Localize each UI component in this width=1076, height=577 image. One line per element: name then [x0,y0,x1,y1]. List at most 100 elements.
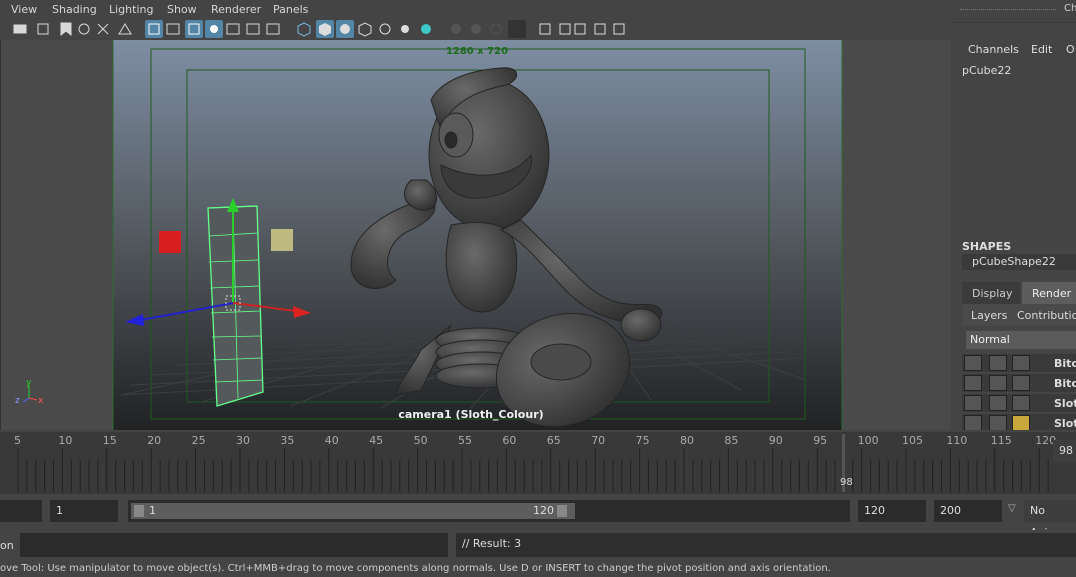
edit-menu[interactable]: Edit [1031,43,1052,56]
ambient-occlusion-icon[interactable] [451,24,461,34]
tab-display[interactable]: Display [962,282,1020,304]
textured-icon[interactable] [379,23,391,35]
tick-label: 20 [147,434,162,447]
tick-label: 80 [680,434,694,447]
render-settings-icon[interactable] [1012,395,1030,411]
menu-shading[interactable]: Shading [52,3,97,16]
render-layer-row[interactable]: Bitco [962,374,1076,392]
wireframe-on-shaded-icon[interactable] [358,22,372,37]
isolate-select-icon[interactable] [539,23,551,35]
menu-view[interactable]: View [11,3,37,16]
panel-header: Ch [952,0,1076,23]
tick-label: 40 [324,434,339,447]
use-lights-icon[interactable] [401,25,409,33]
film-gate-icon[interactable] [166,23,180,35]
range-end-grip[interactable] [557,505,567,517]
layer-name: Bitco [1054,377,1076,390]
render-settings-icon[interactable] [1012,415,1030,430]
clapper-icon[interactable] [964,375,982,391]
tick-label: 35 [280,434,295,447]
2d-pan-zoom-icon[interactable] [97,23,109,35]
range-slider[interactable]: 1 120 [128,500,850,522]
motion-blur-icon[interactable] [471,24,481,34]
render-settings-icon[interactable] [1012,355,1030,371]
shadows-icon[interactable] [421,24,431,34]
safe-action-icon[interactable] [246,23,260,35]
resolution-label: 1280 x 720 [446,46,508,57]
camera-select-icon[interactable] [13,24,27,34]
viewport-scene[interactable]: y z x 1280 x 720 camera1 (Sloth_Colour) [1,40,951,430]
panel-grip [960,9,1056,11]
blend-mode-dropdown[interactable]: Normal [966,331,1076,349]
grid-toggle-icon[interactable] [145,20,163,38]
layers-menu[interactable]: Layers [971,309,1007,322]
shape-row[interactable]: pCubeShape22 [962,254,1076,270]
safe-title-icon[interactable] [266,23,280,35]
chevron-down-icon[interactable]: ▽ [1008,503,1016,514]
tick-label: 50 [413,434,428,447]
anim-layer-dropdown[interactable]: No Anim [1024,500,1076,539]
tick-label: 70 [591,434,606,447]
refresh-icon[interactable] [989,415,1007,430]
tick-label: 115 [990,434,1012,447]
tick-label: 110 [946,434,968,447]
channels-menu[interactable]: Channels [968,43,1019,56]
render-settings-icon[interactable] [1012,375,1030,391]
panel-toolbar [0,18,950,40]
clapper-icon[interactable] [964,355,982,371]
tick-label: 15 [102,434,117,447]
tick-label: 100 [857,434,879,447]
time-slider[interactable]: 5 10 15 20 25 30 35 40 45 50 55 60 65 70 75 80 85 90 95 100… [0,432,1076,494]
playback-end-field[interactable]: 120 [858,500,926,522]
blend-mode-value: Normal [970,333,1010,346]
menu-lighting[interactable]: Lighting [109,3,153,16]
shape-name: pCubeShape22 [972,255,1056,268]
resolution-gate-icon[interactable] [185,20,203,38]
image-plane-icon[interactable] [78,23,90,35]
object-name[interactable]: pCube22 [962,64,1011,77]
axis-x-label: x [38,396,44,406]
command-input[interactable] [20,533,448,557]
xray-joints-icon[interactable] [574,23,586,35]
toolbar-icons [13,20,625,38]
refresh-icon[interactable] [989,355,1007,371]
menu-renderer[interactable]: Renderer [211,3,261,16]
command-language-label[interactable]: on [0,539,14,552]
tick-label: 30 [236,434,250,447]
tab-render[interactable]: Render [1022,282,1076,304]
anti-aliasing-icon[interactable] [490,23,502,35]
bookmark-icon[interactable] [60,22,72,37]
range-start-grip[interactable] [134,505,144,517]
render-layer-row[interactable]: Sloth [962,394,1076,412]
panel-tab-label[interactable]: Ch [1064,3,1076,14]
object-menu[interactable]: O [1066,43,1075,56]
menu-show[interactable]: Show [167,3,197,16]
tick-label: 85 [724,434,739,447]
3d-viewport[interactable]: y z x 1280 x 720 camera1 (Sloth_Colour) [0,40,951,430]
render-layer-row[interactable]: Sloth [962,414,1076,430]
current-frame-field[interactable]: 98 [1053,440,1076,462]
axis-y-label: y [26,378,32,388]
render-layer-row[interactable]: Bitco [962,354,1076,372]
help-line: ove Tool: Use manipulator to move object… [0,563,1076,577]
contribution-menu[interactable]: Contribution [1017,309,1076,322]
grease-pencil-icon[interactable] [118,23,132,35]
range-slider-handle[interactable]: 1 120 [131,503,575,519]
scene-end-field[interactable]: 200 [934,500,1002,522]
shapes-header: SHAPES [962,240,1012,253]
depth-of-field-icon[interactable] [508,20,526,38]
field-chart-icon[interactable] [226,23,240,35]
scene-start-field[interactable] [0,500,42,522]
layer-name: Bitco [1054,357,1076,370]
xray-components-icon[interactable] [594,23,606,35]
camera-attributes-icon[interactable] [37,23,49,35]
clapper-icon[interactable] [964,395,982,411]
refresh-icon[interactable] [989,395,1007,411]
xray-icon[interactable] [559,23,571,35]
playback-start-field[interactable]: 1 [50,500,118,522]
menu-panels[interactable]: Panels [273,3,308,16]
wireframe-icon[interactable] [297,22,311,37]
hud-icon[interactable] [613,23,625,35]
refresh-icon[interactable] [989,375,1007,391]
clapper-icon[interactable] [964,415,982,430]
